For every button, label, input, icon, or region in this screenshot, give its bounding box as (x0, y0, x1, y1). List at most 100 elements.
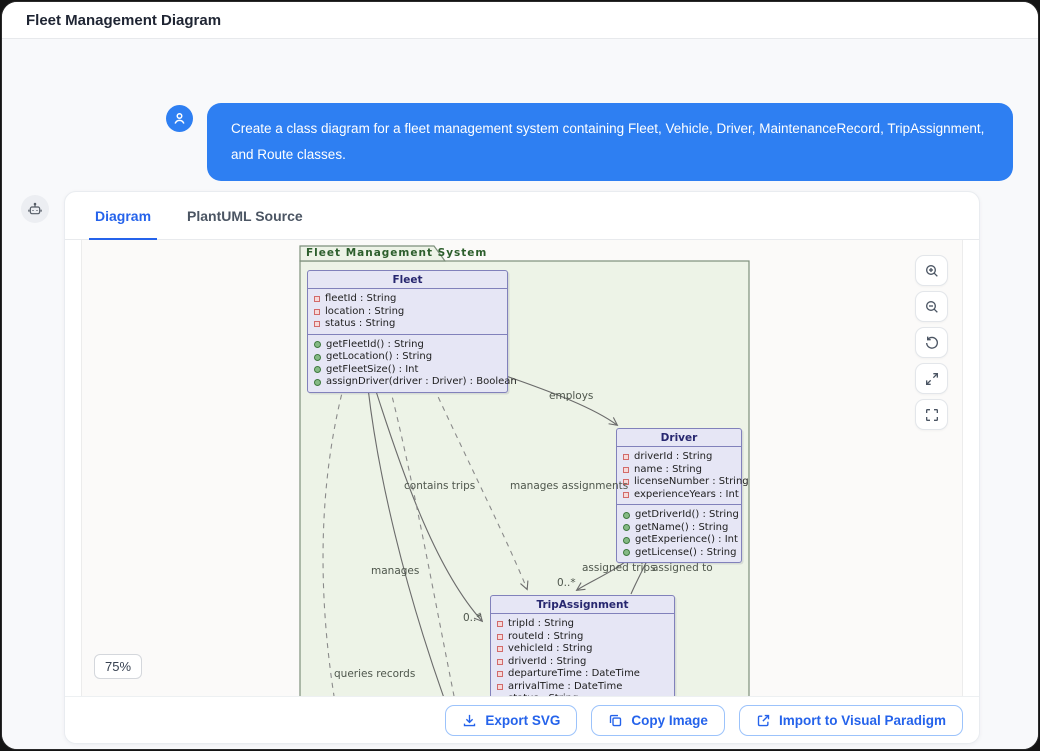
user-message-row: Create a class diagram for a fleet manag… (166, 103, 1013, 181)
method-icon (314, 341, 321, 348)
member-text: getFleetSize() : Int (326, 364, 418, 377)
attribute-icon (497, 671, 503, 677)
fullscreen-button[interactable] (915, 399, 948, 430)
class-methods: getFleetId() : StringgetLocation() : Str… (308, 335, 507, 392)
reset-icon (924, 335, 940, 351)
member-text: driverId : String (508, 656, 586, 669)
expand-button[interactable] (915, 363, 948, 394)
member-text: arrivalTime : DateTime (508, 681, 622, 694)
member-text: status : String (508, 693, 578, 696)
member-text: assignDriver(driver : Driver) : Boolean (326, 376, 517, 389)
class-member: routeId : String (497, 631, 668, 644)
tab-diagram[interactable]: Diagram (95, 192, 151, 239)
attribute-icon (314, 296, 320, 302)
attribute-icon (314, 321, 320, 327)
member-text: getDriverId() : String (635, 509, 739, 522)
user-avatar (166, 105, 193, 132)
edge-label-contains-trips: contains trips (404, 480, 475, 492)
reset-view-button[interactable] (915, 327, 948, 358)
class-attributes: driverId : Stringname : StringlicenseNum… (617, 447, 741, 505)
class-tripassignment: TripAssignment tripId : StringrouteId : … (490, 595, 675, 696)
member-text: getExperience() : Int (635, 534, 738, 547)
edge-label-assigned-to: assigned to (652, 562, 713, 574)
class-member: assignDriver(driver : Driver) : Boolean (314, 376, 501, 389)
method-icon (314, 379, 321, 386)
member-text: licenseNumber : String (634, 476, 749, 489)
main-area: Create a class diagram for a fleet manag… (2, 39, 1038, 749)
diagram-canvas[interactable]: Fleet Management System Fleet fleetId : … (81, 240, 963, 696)
method-icon (623, 549, 630, 556)
class-member: location : String (314, 306, 501, 319)
diagram-panel: Diagram PlantUML Source (64, 191, 980, 744)
class-attributes: fleetId : Stringlocation : Stringstatus … (308, 289, 507, 335)
page-title: Fleet Management Diagram (26, 12, 221, 29)
assistant-avatar (21, 195, 49, 223)
fullscreen-icon (924, 407, 940, 423)
class-title: TripAssignment (491, 596, 674, 614)
class-member: departureTime : DateTime (497, 668, 668, 681)
zoom-out-button[interactable] (915, 291, 948, 322)
user-message-bubble: Create a class diagram for a fleet manag… (207, 103, 1013, 181)
import-visual-paradigm-button[interactable]: Import to Visual Paradigm (739, 705, 963, 736)
method-icon (314, 354, 321, 361)
method-icon (623, 537, 630, 544)
attribute-icon (623, 492, 629, 498)
class-member: getFleetId() : String (314, 339, 501, 352)
member-text: getFleetId() : String (326, 339, 424, 352)
class-member: status : String (497, 693, 668, 696)
method-icon (623, 512, 630, 519)
zoom-in-icon (924, 263, 940, 279)
package-title: Fleet Management System (306, 247, 487, 259)
class-member: driverId : String (497, 656, 668, 669)
class-member: licenseNumber : String (623, 476, 735, 489)
export-svg-button[interactable]: Export SVG (445, 705, 577, 736)
class-member: fleetId : String (314, 293, 501, 306)
panel-footer: Export SVG Copy Image Import to Visual P… (65, 696, 979, 743)
attribute-icon (497, 684, 503, 690)
class-member: getLicense() : String (623, 547, 735, 560)
expand-icon (924, 371, 940, 387)
app-window: Fleet Management Diagram Create a class … (1, 1, 1039, 750)
download-icon (462, 713, 477, 728)
user-icon (172, 111, 187, 126)
copy-icon (608, 713, 623, 728)
member-text: location : String (325, 306, 404, 319)
edge-label-assigned-trips: assigned trips (582, 562, 656, 574)
member-text: routeId : String (508, 631, 583, 644)
edge-label-queries-records: queries records (334, 668, 415, 680)
method-icon (314, 366, 321, 373)
class-member: getDriverId() : String (623, 509, 735, 522)
attribute-icon (497, 634, 503, 640)
edge-label-manages-assignments: manages assignments (510, 480, 628, 492)
external-link-icon (756, 713, 771, 728)
member-text: getLocation() : String (326, 351, 432, 364)
member-text: getLicense() : String (635, 547, 737, 560)
class-member: getName() : String (623, 522, 735, 535)
window-header: Fleet Management Diagram (2, 2, 1038, 39)
class-member: vehicleId : String (497, 643, 668, 656)
class-member: name : String (623, 464, 735, 477)
class-fleet: Fleet fleetId : Stringlocation : Strings… (307, 270, 508, 393)
member-text: tripId : String (508, 618, 574, 631)
member-text: vehicleId : String (508, 643, 592, 656)
multiplicity-assigned-trips: 0..* (557, 577, 576, 589)
tab-bar: Diagram PlantUML Source (65, 192, 979, 240)
multiplicity-manages: 0..* (463, 612, 482, 624)
member-text: fleetId : String (325, 293, 396, 306)
class-member: driverId : String (623, 451, 735, 464)
tab-plantuml-source[interactable]: PlantUML Source (187, 192, 303, 239)
class-member: status : String (314, 318, 501, 331)
class-member: getLocation() : String (314, 351, 501, 364)
member-text: status : String (325, 318, 395, 331)
member-text: departureTime : DateTime (508, 668, 640, 681)
member-text: getName() : String (635, 522, 728, 535)
class-driver: Driver driverId : Stringname : Stringlic… (616, 428, 742, 563)
copy-image-button[interactable]: Copy Image (591, 705, 725, 736)
attribute-icon (314, 309, 320, 315)
member-text: experienceYears : Int (634, 489, 739, 502)
zoom-in-button[interactable] (915, 255, 948, 286)
class-member: tripId : String (497, 618, 668, 631)
attribute-icon (623, 454, 629, 460)
class-title: Fleet (308, 271, 507, 289)
method-icon (623, 524, 630, 531)
